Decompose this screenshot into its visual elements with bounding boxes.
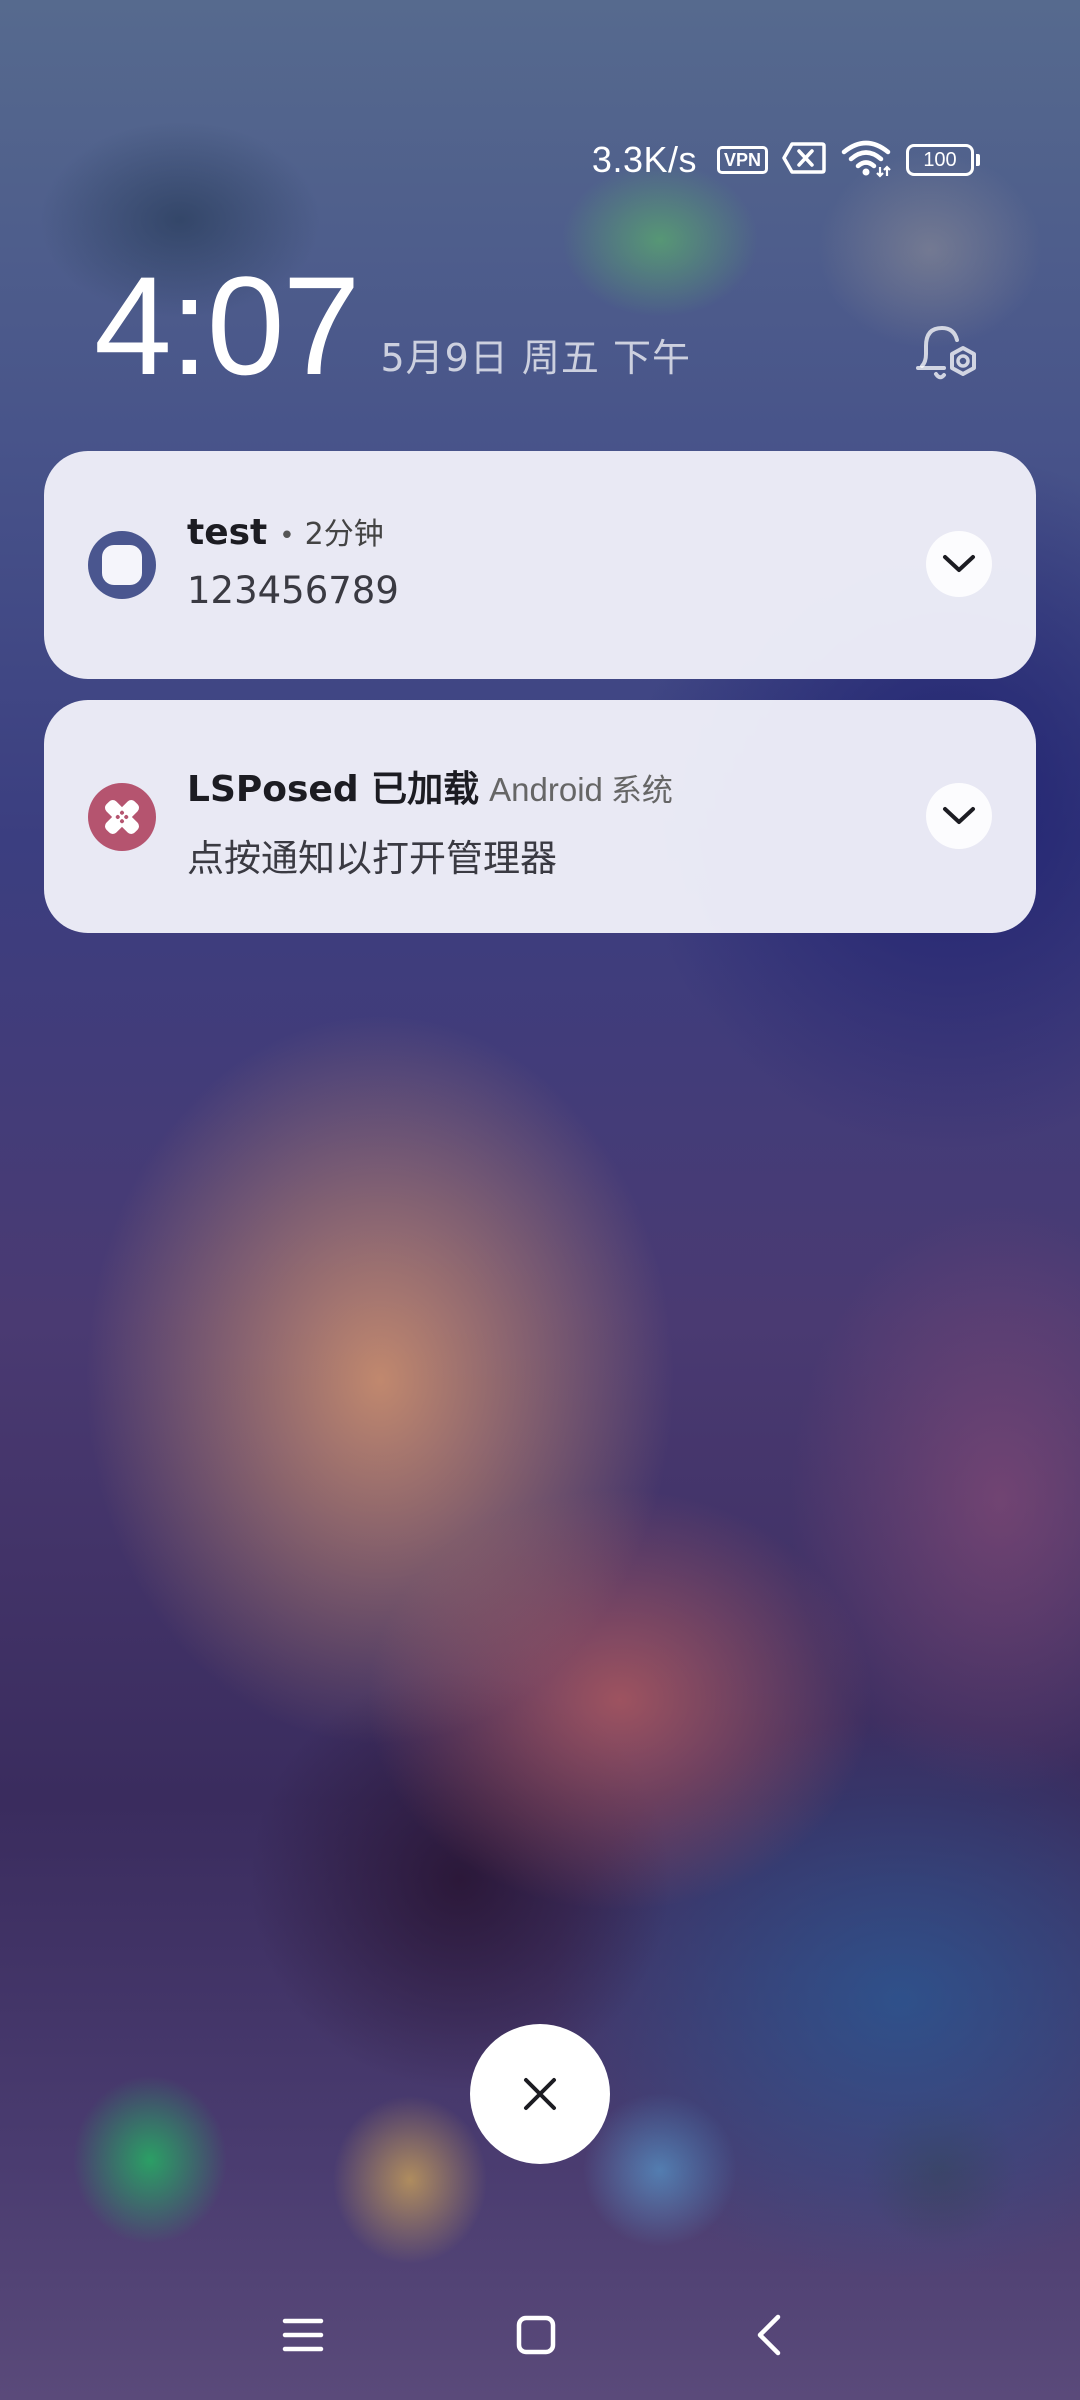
- status-bar: 3.3K/s VPN 100: [592, 132, 980, 188]
- chevron-down-icon: [943, 555, 975, 572]
- notification-title: test: [187, 512, 268, 553]
- no-sim-icon: [782, 141, 826, 179]
- app-square-icon: [88, 531, 156, 599]
- lockscreen-clock-row: 4:07 5月9日 周五 下午: [94, 247, 691, 404]
- back-button[interactable]: [740, 2305, 800, 2365]
- notification-body: 123456789: [187, 569, 399, 612]
- back-chevron-icon: [757, 2314, 781, 2356]
- battery-icon: 100: [906, 144, 980, 176]
- battery-level: 100: [906, 144, 974, 176]
- notification-app-name-cn: 系统: [610, 773, 673, 809]
- expand-button[interactable]: [926, 783, 992, 849]
- clear-all-button[interactable]: [470, 2024, 610, 2164]
- network-speed: 3.3K/s: [591, 139, 697, 180]
- vpn-icon: VPN: [716, 146, 768, 174]
- notification-settings-icon[interactable]: [910, 320, 986, 396]
- separator-dot: •: [279, 521, 295, 551]
- navigation-bar: [0, 2300, 1080, 2370]
- clock-time: 4:07: [94, 247, 360, 404]
- recents-button[interactable]: [273, 2305, 333, 2365]
- notification-body: 点按通知以打开管理器: [187, 837, 557, 880]
- close-icon: [524, 2078, 556, 2110]
- notification-content: LSPosed 已加载 Android 系统 点按通知以打开管理器: [187, 760, 673, 882]
- notification-content: test • 2分钟 123456789: [187, 509, 399, 612]
- expand-button[interactable]: [926, 531, 992, 597]
- chevron-down-icon: [943, 807, 975, 824]
- home-button[interactable]: [506, 2305, 566, 2365]
- battery-tip: [976, 154, 980, 166]
- notification-card-test[interactable]: test • 2分钟 123456789: [44, 451, 1036, 679]
- notification-app-name: Android: [489, 771, 603, 808]
- home-square-icon: [516, 2315, 556, 2355]
- lsposed-icon: [88, 783, 156, 851]
- notification-time: 2分钟: [304, 517, 384, 552]
- clock-date: 5月9日 周五 下午: [380, 336, 691, 380]
- notification-card-lsposed[interactable]: LSPosed 已加载 Android 系统 点按通知以打开管理器: [44, 700, 1036, 933]
- notification-title: LSPosed 已加载: [187, 769, 480, 810]
- wifi-icon: [840, 138, 892, 182]
- menu-icon: [282, 2318, 324, 2352]
